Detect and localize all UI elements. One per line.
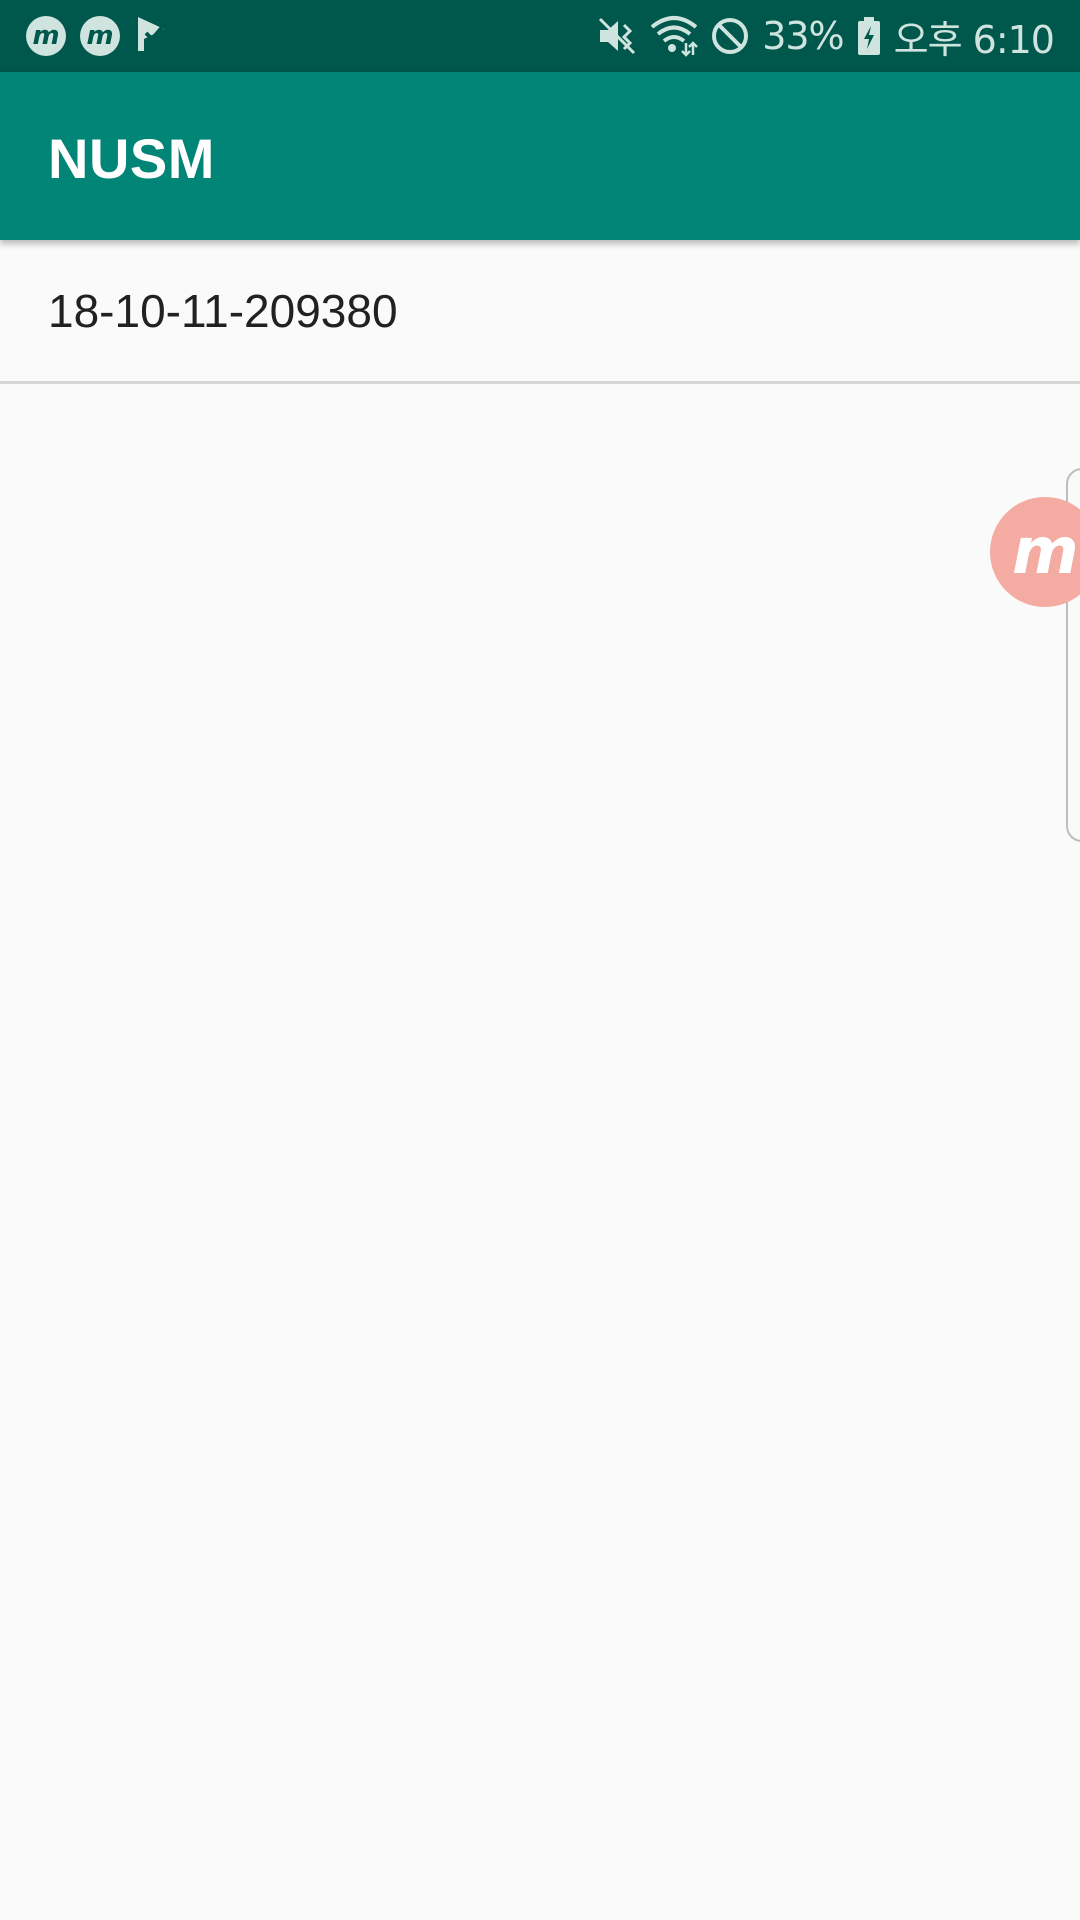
app-title: NUSM: [48, 127, 215, 190]
vibrate-mute-icon: [596, 15, 638, 57]
item-list: 18-10-11-209380: [0, 240, 1080, 384]
m-app-icon: m: [26, 16, 66, 56]
list-item[interactable]: 18-10-11-209380: [0, 240, 1080, 384]
screen: m m 33% 오후 6:10 NUSM 18-10-11-209380 m: [0, 0, 1080, 1920]
m-app-icon: m: [80, 16, 120, 56]
do-not-disturb-icon: [710, 16, 750, 56]
status-bar: m m 33% 오후 6:10: [0, 0, 1080, 72]
battery-percent: 33%: [762, 14, 844, 58]
wifi-icon: [650, 15, 699, 57]
check-flag-icon: [134, 15, 168, 58]
battery-charging-icon: [856, 16, 882, 56]
notification-icons: m m: [26, 15, 168, 58]
app-bar: NUSM: [0, 72, 1080, 240]
clock: 오후 6:10: [893, 17, 1055, 62]
list-item-label: 18-10-11-209380: [48, 285, 398, 337]
m-app-bubble-icon[interactable]: m: [990, 497, 1080, 607]
system-icons: 33% 오후 6:10: [596, 9, 1055, 64]
